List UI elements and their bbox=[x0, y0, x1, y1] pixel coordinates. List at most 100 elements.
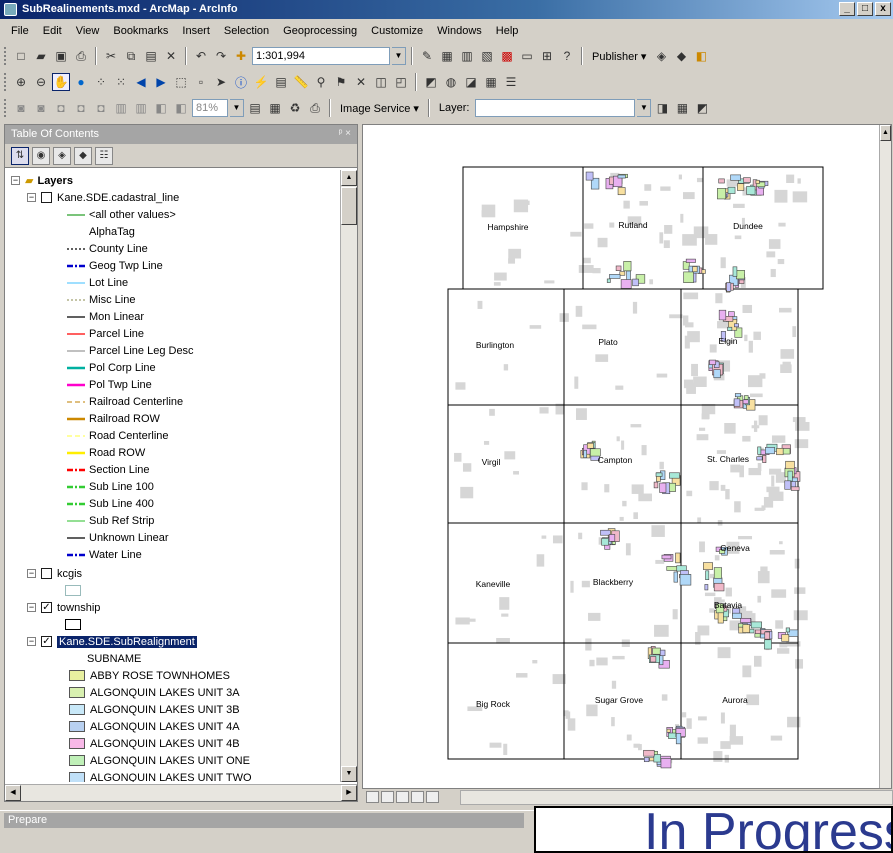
python-window-icon[interactable]: ▭ bbox=[518, 47, 536, 65]
scroll-down-arrow[interactable]: ▼ bbox=[341, 766, 357, 782]
collapse-icon[interactable]: − bbox=[27, 603, 36, 612]
create-viewer-icon[interactable]: ◰ bbox=[392, 73, 410, 91]
html-popup-icon[interactable]: ▤ bbox=[272, 73, 290, 91]
layer-cadastral-line[interactable]: − Kane.SDE.cadastral_line bbox=[11, 189, 341, 206]
open-folder-icon[interactable]: ▰ bbox=[32, 47, 50, 65]
data-view-icon[interactable] bbox=[366, 791, 379, 803]
image-service-menu[interactable]: Image Service ▾ bbox=[336, 102, 423, 115]
image-table-icon[interactable]: ▦ bbox=[673, 99, 691, 117]
zoom-out-icon[interactable]: ⊖ bbox=[32, 73, 50, 91]
find-icon[interactable]: ⚲ bbox=[312, 73, 330, 91]
whats-this-icon[interactable]: ? bbox=[558, 47, 576, 65]
pause-drawing-icon[interactable] bbox=[411, 791, 424, 803]
editor-toolbar-icon[interactable]: ✎ bbox=[418, 47, 436, 65]
list-icon[interactable]: ☰ bbox=[502, 73, 520, 91]
layer-visibility-checkbox[interactable]: ✓ bbox=[41, 602, 52, 613]
add-data-icon[interactable]: ✚ bbox=[232, 47, 250, 65]
modelbuilder-icon[interactable]: ⊞ bbox=[538, 47, 556, 65]
print-icon[interactable]: ⎙ bbox=[72, 47, 90, 65]
menu-file[interactable]: File bbox=[4, 22, 36, 42]
transparency-input[interactable]: 81% bbox=[192, 99, 228, 117]
chevron-down-icon[interactable]: ▼ bbox=[392, 47, 406, 65]
clear-selection-icon[interactable]: ▫ bbox=[192, 73, 210, 91]
map-vertical-scrollbar[interactable]: ▲ bbox=[879, 125, 891, 788]
scroll-left-arrow[interactable]: ◀ bbox=[5, 785, 21, 801]
collapse-icon[interactable]: − bbox=[11, 176, 20, 185]
refresh-icon[interactable]: ♻ bbox=[286, 99, 304, 117]
list-by-visibility-icon[interactable]: ◈ bbox=[53, 146, 71, 165]
list-by-source-icon[interactable]: ◉ bbox=[32, 146, 50, 165]
save-icon[interactable]: ▣ bbox=[52, 47, 70, 65]
globe-icon[interactable]: ◍ bbox=[442, 73, 460, 91]
arctoolbox-icon[interactable]: ▩ bbox=[498, 47, 516, 65]
layer-properties-icon[interactable]: ◪ bbox=[462, 73, 480, 91]
catalog-icon[interactable]: ▥ bbox=[458, 47, 476, 65]
scroll-thumb[interactable] bbox=[341, 187, 357, 225]
scroll-up-arrow[interactable]: ▲ bbox=[880, 125, 891, 141]
fixed-zoom-out-icon[interactable]: ⁙ bbox=[112, 73, 130, 91]
flicker-icon[interactable]: ◙ bbox=[32, 99, 50, 117]
layer-township[interactable]: − ✓ township bbox=[11, 599, 341, 616]
publisher-icon[interactable]: ◈ bbox=[652, 47, 670, 65]
publisher-export-icon[interactable]: ◧ bbox=[692, 47, 710, 65]
layer-visibility-checkbox[interactable]: ✓ bbox=[41, 636, 52, 647]
menu-windows[interactable]: Windows bbox=[430, 22, 489, 42]
toolbar-grip[interactable] bbox=[4, 99, 7, 117]
collapse-icon[interactable]: − bbox=[27, 569, 36, 578]
chevron-down-icon[interactable]: ▼ bbox=[637, 99, 652, 117]
refresh-view-icon[interactable] bbox=[396, 791, 409, 803]
paste-icon[interactable]: ▤ bbox=[142, 47, 160, 65]
list-by-selection-icon[interactable]: ◆ bbox=[74, 146, 92, 165]
transparency-icon[interactable]: ◧ bbox=[152, 99, 170, 117]
menu-insert[interactable]: Insert bbox=[175, 22, 217, 42]
menu-edit[interactable]: Edit bbox=[36, 22, 69, 42]
identify-icon[interactable]: ⓘ bbox=[232, 73, 250, 91]
delete-icon[interactable]: ✕ bbox=[162, 47, 180, 65]
zoom-in-icon[interactable]: ⊕ bbox=[12, 73, 30, 91]
menu-selection[interactable]: Selection bbox=[217, 22, 276, 42]
adjust-brightness-icon[interactable]: ◘ bbox=[72, 99, 90, 117]
page-icon[interactable]: ▦ bbox=[266, 99, 284, 117]
undo-icon[interactable]: ↶ bbox=[192, 47, 210, 65]
menu-help[interactable]: Help bbox=[489, 22, 526, 42]
back-arrow-icon[interactable]: ◀ bbox=[132, 73, 150, 91]
attributes-icon[interactable]: ▦ bbox=[482, 73, 500, 91]
resample-icon[interactable]: ▥ bbox=[132, 99, 150, 117]
go-to-xy-icon[interactable]: ✕ bbox=[352, 73, 370, 91]
publisher-menu[interactable]: Publisher ▾ bbox=[588, 50, 650, 63]
dither-icon[interactable]: ▥ bbox=[112, 99, 130, 117]
adjust-contrast-icon[interactable]: ◘ bbox=[52, 99, 70, 117]
menu-geoprocessing[interactable]: Geoprocessing bbox=[276, 22, 364, 42]
select-features-icon[interactable]: ⬚ bbox=[172, 73, 190, 91]
measure-icon[interactable]: 📏 bbox=[292, 73, 310, 91]
layer-visibility-checkbox[interactable] bbox=[41, 192, 52, 203]
list-by-drawing-order-icon[interactable]: ⇅ bbox=[11, 146, 29, 165]
toc-horizontal-scrollbar[interactable]: ◀ ▶ bbox=[5, 784, 357, 801]
find-route-icon[interactable]: ⚑ bbox=[332, 73, 350, 91]
chevron-down-icon[interactable]: ▼ bbox=[230, 99, 244, 117]
pan-hand-icon[interactable]: ✋ bbox=[52, 73, 70, 91]
image-settings-icon[interactable]: ◩ bbox=[693, 99, 711, 117]
hyperlink-icon[interactable]: ⚡ bbox=[252, 73, 270, 91]
print-preview-icon[interactable]: ⎙ bbox=[306, 99, 324, 117]
menu-view[interactable]: View bbox=[69, 22, 107, 42]
toolbar-grip[interactable] bbox=[4, 47, 7, 65]
map-view[interactable]: Hampshire Rutland Dundee Burlington Plato Elg… bbox=[362, 124, 892, 789]
close-button[interactable]: x bbox=[875, 2, 891, 16]
toc-options-icon[interactable]: ☷ bbox=[95, 146, 113, 165]
table-of-contents-icon[interactable]: ▦ bbox=[438, 47, 456, 65]
menu-bookmarks[interactable]: Bookmarks bbox=[106, 22, 175, 42]
toc-vertical-scrollbar[interactable]: ▲ ▼ bbox=[340, 170, 357, 782]
swipe-icon[interactable]: ◙ bbox=[12, 99, 30, 117]
maximize-button[interactable]: □ bbox=[857, 2, 873, 16]
scroll-up-arrow[interactable]: ▲ bbox=[341, 170, 357, 186]
copy-icon[interactable]: ⧉ bbox=[122, 47, 140, 65]
time-slider-icon[interactable]: ◫ bbox=[372, 73, 390, 91]
layers-root[interactable]: − ▰ Layers bbox=[11, 172, 341, 189]
scroll-left-arrow[interactable] bbox=[426, 791, 439, 803]
map-horizontal-scrollbar[interactable] bbox=[460, 790, 893, 805]
gamma-icon[interactable]: ◘ bbox=[92, 99, 110, 117]
redo-icon[interactable]: ↷ bbox=[212, 47, 230, 65]
scroll-track[interactable] bbox=[21, 785, 341, 801]
collapse-icon[interactable]: − bbox=[27, 637, 36, 646]
